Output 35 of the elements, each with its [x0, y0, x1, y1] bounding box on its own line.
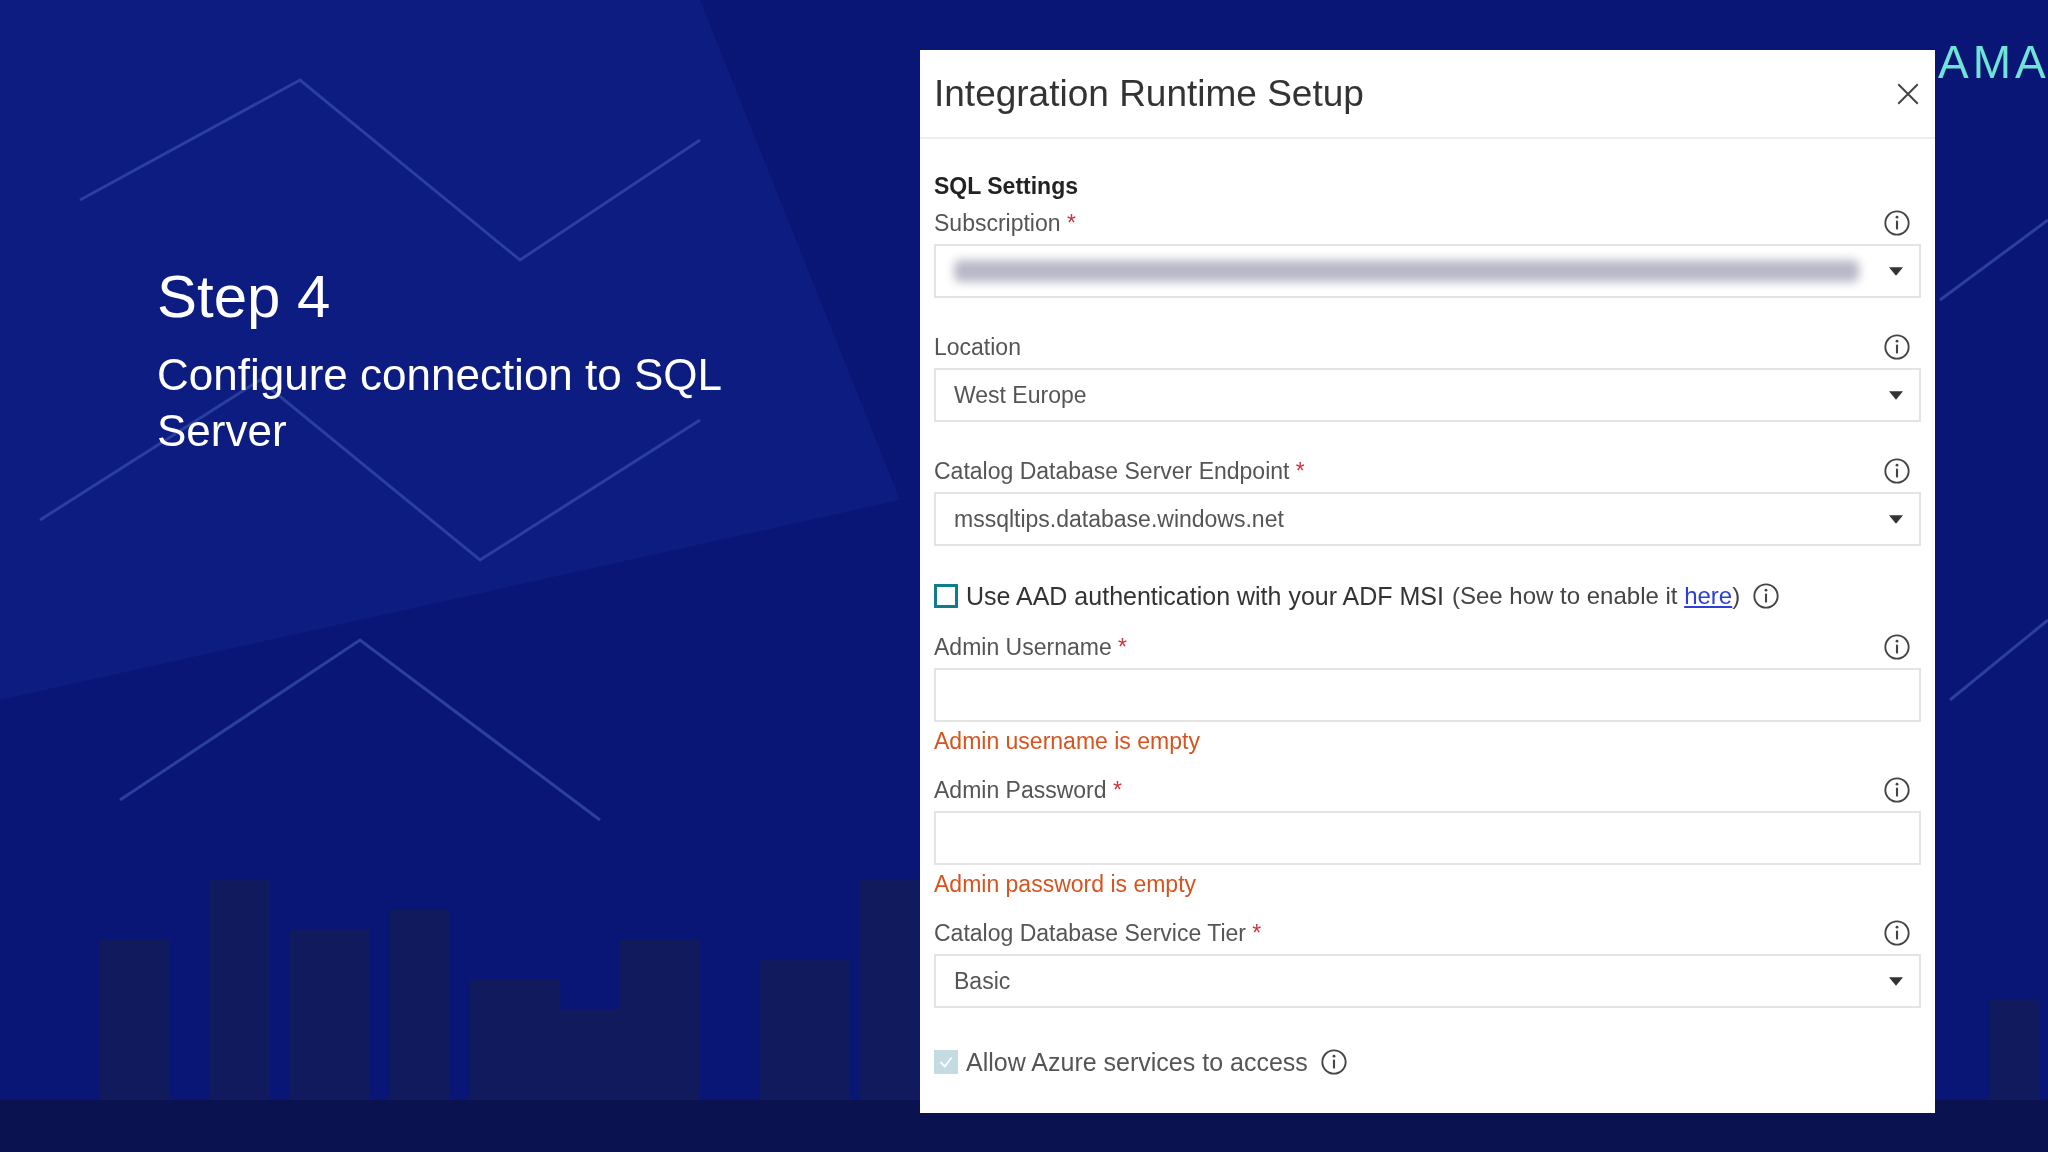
- logo-text: AMA: [1938, 35, 2048, 90]
- field-label: Subscription *: [934, 209, 1076, 237]
- error-message: Admin password is empty: [934, 871, 1198, 898]
- info-icon[interactable]: [1883, 633, 1911, 661]
- error-message: Admin username is empty: [934, 728, 1201, 755]
- field-label: Admin Username *: [934, 633, 1128, 661]
- dropdown[interactable]: mssqltips.database.windows.net: [934, 492, 1921, 546]
- field-label: Catalog Database Service Tier *: [934, 919, 1262, 947]
- input-field[interactable]: [934, 668, 1921, 722]
- info-icon[interactable]: [1883, 919, 1911, 947]
- caret-icon: [1889, 390, 1903, 400]
- caret-icon: [1889, 514, 1903, 524]
- info-icon[interactable]: [1883, 333, 1911, 361]
- dialog-title: Integration Runtime Setup: [934, 72, 1364, 115]
- checkbox[interactable]: [934, 584, 958, 608]
- help-link[interactable]: here: [1684, 582, 1733, 609]
- section-heading: SQL Settings: [934, 173, 1079, 200]
- field-label: Admin Password *: [934, 776, 1122, 804]
- info-icon[interactable]: [1883, 457, 1911, 485]
- help-text: (See how to enable it here): [1452, 582, 1741, 610]
- info-icon[interactable]: [1883, 209, 1911, 237]
- info-icon[interactable]: [1883, 776, 1911, 804]
- info-icon[interactable]: [1752, 582, 1781, 610]
- checkbox-label: Use AAD authentication with your ADF MSI: [966, 581, 1444, 611]
- dropdown[interactable]: West Europe: [934, 368, 1921, 422]
- input-field[interactable]: [934, 811, 1921, 865]
- caret-icon: [1889, 266, 1903, 276]
- dropdown[interactable]: Basic: [934, 954, 1921, 1008]
- checkbox-label: Allow Azure services to access: [966, 1047, 1308, 1077]
- field-label: Catalog Database Server Endpoint *: [934, 457, 1305, 485]
- slide-heading: Step 4: [157, 262, 332, 331]
- info-icon[interactable]: [1319, 1048, 1348, 1076]
- field-label: Location: [934, 333, 1021, 361]
- slide-subheading: Configure connection to SQL Server: [157, 349, 722, 457]
- caret-icon: [1889, 976, 1903, 986]
